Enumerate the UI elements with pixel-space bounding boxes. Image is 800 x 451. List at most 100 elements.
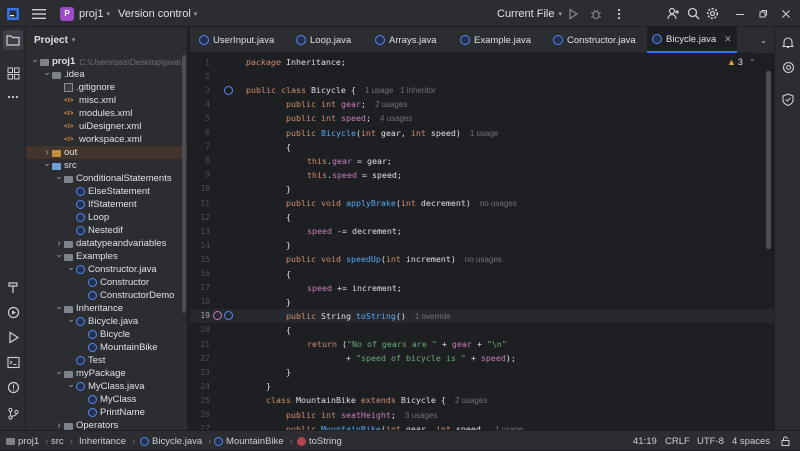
- tree-item[interactable]: ⌄ Constructor.java: [26, 262, 187, 276]
- chevron-down-icon[interactable]: ⌄: [54, 249, 64, 260]
- tab-list-chevron-icon[interactable]: ⌄: [753, 27, 774, 53]
- breadcrumb-item[interactable]: toString: [297, 431, 342, 451]
- code-line[interactable]: 7{: [190, 140, 774, 154]
- structure-icon[interactable]: [3, 63, 23, 83]
- terminal-icon[interactable]: [3, 352, 23, 372]
- tree-item[interactable]: Constructor: [26, 276, 187, 289]
- minimize-icon[interactable]: [735, 0, 745, 27]
- code-line[interactable]: 8 this.gear = gear;: [190, 154, 774, 168]
- chevron-right-icon[interactable]: ›: [54, 420, 64, 430]
- ai-assistant-icon[interactable]: [778, 57, 798, 77]
- run-icon[interactable]: [567, 0, 579, 27]
- tree-item[interactable]: ⌄ src: [26, 158, 187, 172]
- code-line[interactable]: 16 {: [190, 267, 774, 281]
- project-folder-icon[interactable]: [3, 30, 23, 50]
- editor-tab[interactable]: Bicycle.java ✕: [647, 27, 737, 53]
- run-config-selector[interactable]: Current File ▾: [497, 0, 562, 27]
- tree-item[interactable]: .gitignore: [26, 81, 187, 94]
- breadcrumb-item[interactable]: Bicycle.java ›: [140, 431, 211, 451]
- code-line[interactable]: 22 + "speed of bicycle is " + speed);: [190, 351, 774, 365]
- code-line[interactable]: 20 {: [190, 323, 774, 337]
- more-tools-icon[interactable]: [3, 87, 23, 107]
- version-control-menu[interactable]: Version control ▾: [118, 0, 197, 27]
- tree-scrollbar[interactable]: [182, 55, 186, 313]
- code-line[interactable]: 19 public String toString() 1 override: [190, 308, 774, 323]
- code-line[interactable]: 9 this.speed = speed;: [190, 168, 774, 182]
- tree-item[interactable]: </> modules.xml: [26, 107, 187, 120]
- tree-item[interactable]: ⌄ ConditionalStatements: [26, 171, 187, 185]
- build-hammer-icon[interactable]: [3, 277, 23, 297]
- chevron-down-icon[interactable]: ⌄: [54, 366, 64, 377]
- code-line[interactable]: 3 public class Bicycle {1 usage 1 inherit…: [190, 83, 774, 97]
- chevron-down-icon[interactable]: ⌄: [42, 67, 52, 78]
- code-line[interactable]: 4 public int gear; 2 usages: [190, 97, 774, 111]
- chevron-down-icon[interactable]: ⌄: [54, 171, 64, 182]
- chevron-down-icon[interactable]: ⌄: [66, 262, 76, 273]
- code-line[interactable]: 1 package Inheritance;: [190, 55, 774, 69]
- code-line[interactable]: 24}: [190, 379, 774, 393]
- line-ending[interactable]: CRLF: [665, 431, 690, 451]
- breadcrumb-item[interactable]: proj1 ›: [6, 431, 48, 451]
- lock-icon[interactable]: [781, 431, 790, 451]
- breadcrumb-item[interactable]: src ›: [51, 431, 73, 451]
- search-icon[interactable]: [687, 0, 700, 27]
- tree-item[interactable]: ⌄ Bicycle.java: [26, 314, 187, 328]
- code-line[interactable]: 25 class MountainBike extends Bicycle {2 …: [190, 393, 774, 407]
- tree-item[interactable]: IfStatement: [26, 198, 187, 211]
- code-line[interactable]: 2: [190, 69, 774, 83]
- chevron-right-icon[interactable]: ›: [42, 147, 52, 158]
- tree-item[interactable]: Test: [26, 354, 187, 367]
- chevron-down-icon[interactable]: ⌄: [54, 301, 64, 312]
- code-line[interactable]: 13 speed -= decrement;: [190, 224, 774, 238]
- tree-item[interactable]: Loop: [26, 211, 187, 224]
- code-line[interactable]: 11 public void applyBrake(int decrement) n…: [190, 196, 774, 210]
- project-panel-header[interactable]: Project ▾: [26, 27, 187, 53]
- inspection-warnings[interactable]: ▲ 3 ⌃: [727, 57, 756, 67]
- code-line[interactable]: 27 public MountainBike(int gear, int spee…: [190, 422, 774, 430]
- code-line[interactable]: 15 public void speedUp(int increment) no u…: [190, 252, 774, 266]
- editor-tab[interactable]: Constructor.java: [548, 27, 641, 53]
- code-line[interactable]: 23}: [190, 365, 774, 379]
- editor-tab[interactable]: Loop.java: [291, 27, 356, 53]
- chevron-down-icon[interactable]: ⌄: [66, 314, 76, 325]
- editor-tab[interactable]: Arrays.java: [370, 27, 442, 53]
- close-tab-icon[interactable]: ✕: [724, 34, 732, 45]
- chevron-right-icon[interactable]: ›: [54, 238, 64, 249]
- project-selector[interactable]: P proj1 ▾: [60, 0, 110, 27]
- run-tool-icon[interactable]: [3, 327, 23, 347]
- cursor-position[interactable]: 41:19: [633, 431, 657, 451]
- problems-icon[interactable]: [3, 377, 23, 397]
- code-line[interactable]: 21 return ("No of gears are " + gear + "\…: [190, 337, 774, 351]
- tree-item[interactable]: › datatypeandvariables: [26, 237, 187, 250]
- tree-item[interactable]: ElseStatement: [26, 185, 187, 198]
- code-line[interactable]: 18}: [190, 295, 774, 309]
- tree-item[interactable]: </> workspace.xml: [26, 133, 187, 146]
- tree-item[interactable]: </> uiDesigner.xml: [26, 120, 187, 133]
- code-line[interactable]: 17 speed += increment;: [190, 281, 774, 295]
- tree-item[interactable]: MyClass: [26, 393, 187, 406]
- code-line[interactable]: 14}: [190, 238, 774, 252]
- notifications-bell-icon[interactable]: [778, 32, 798, 52]
- editor-tab[interactable]: UserInput.java: [194, 27, 279, 53]
- services-icon[interactable]: [3, 302, 23, 322]
- tree-item[interactable]: </> misc.xml: [26, 94, 187, 107]
- breadcrumb-item[interactable]: Inheritance ›: [79, 431, 135, 451]
- git-branch-icon[interactable]: [3, 403, 23, 423]
- debug-icon[interactable]: [590, 0, 602, 27]
- chevron-down-icon[interactable]: ⌄: [30, 54, 40, 65]
- editor-scrollbar[interactable]: [766, 71, 771, 249]
- chevron-down-icon[interactable]: ⌄: [66, 379, 76, 390]
- tree-item[interactable]: ConstructorDemo: [26, 289, 187, 302]
- tree-item[interactable]: MountainBike: [26, 341, 187, 354]
- tree-item[interactable]: ⌄ MyClass.java: [26, 379, 187, 393]
- override-gutter-icon[interactable]: [224, 85, 233, 95]
- tree-item[interactable]: › Operators: [26, 419, 187, 430]
- code-line[interactable]: 10}: [190, 182, 774, 196]
- maximize-icon[interactable]: [758, 0, 768, 27]
- breadcrumb-item[interactable]: MountainBike ›: [214, 431, 293, 451]
- security-shield-icon[interactable]: [778, 89, 798, 109]
- code-editor[interactable]: 1 package Inheritance; 2 3 public class Bicy…: [190, 53, 774, 430]
- code-line[interactable]: 5 public int speed; 4 usages: [190, 111, 774, 125]
- close-window-icon[interactable]: [781, 0, 791, 27]
- more-actions-icon[interactable]: [613, 0, 625, 27]
